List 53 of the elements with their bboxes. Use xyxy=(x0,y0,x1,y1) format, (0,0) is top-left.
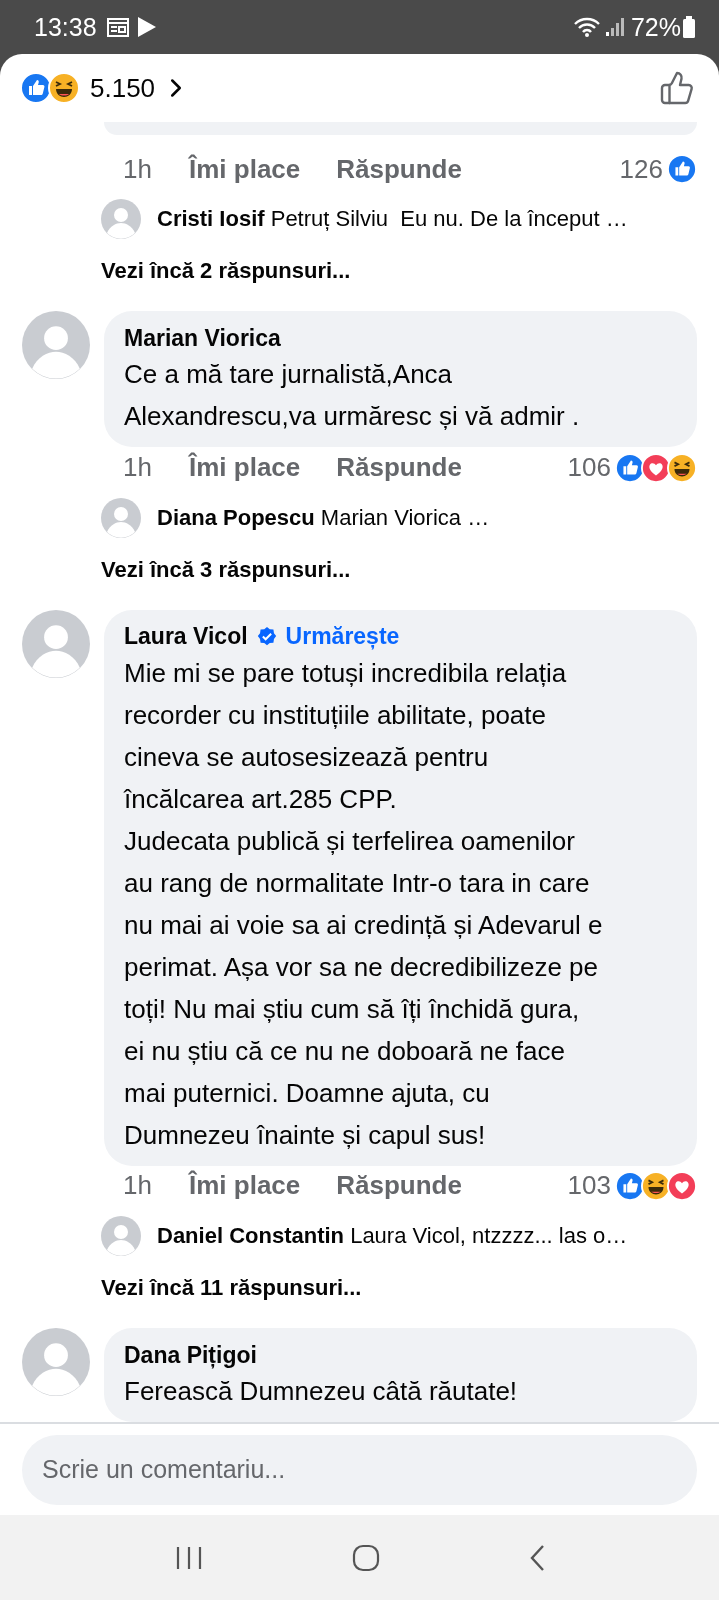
comment-time: 1h xyxy=(123,452,153,484)
like-reaction-icon xyxy=(615,1170,645,1201)
like-link[interactable]: Îmi place xyxy=(189,153,301,185)
recent-apps-icon[interactable] xyxy=(174,1545,203,1570)
heart-reaction-icon xyxy=(667,1170,697,1201)
wifi-icon xyxy=(572,16,601,38)
comment-author[interactable]: Dana Pițigoi xyxy=(124,1341,257,1369)
calendar-icon xyxy=(106,17,129,37)
reply-link[interactable]: Răspunde xyxy=(336,153,462,185)
back-icon[interactable] xyxy=(528,1543,545,1572)
comment-text: Ce a mă tare jurnalistă,Anca Alexandrescu,va urmăresc și vă admir . xyxy=(124,358,581,434)
like-reaction-icon xyxy=(615,452,645,483)
avatar-icon[interactable] xyxy=(101,199,141,240)
reaction-count[interactable]: 126 xyxy=(619,153,663,185)
laughing-reaction-icon xyxy=(667,452,697,483)
more-replies-link[interactable]: Vezi încă 2 răspunsuri... xyxy=(101,258,351,284)
more-replies-link[interactable]: Vezi încă 3 răspunsuri... xyxy=(101,556,351,582)
battery-percent: 72% xyxy=(630,12,681,42)
like-icon[interactable] xyxy=(659,70,695,106)
comment-time: 1h xyxy=(123,153,153,185)
comment-text: Ferească Dumnezeu câtă răutate! xyxy=(124,1375,519,1408)
like-link[interactable]: Îmi place xyxy=(189,1170,301,1202)
like-link[interactable]: Îmi place xyxy=(189,452,301,484)
reply-preview[interactable]: Diana Popescu Marian Viorica … xyxy=(157,504,490,531)
laughing-reaction-icon xyxy=(48,72,80,104)
avatar-icon[interactable] xyxy=(22,1328,90,1396)
more-replies-link[interactable]: Vezi încă 11 răspunsuri... xyxy=(101,1275,362,1300)
follow-link[interactable]: Urmărește xyxy=(285,623,400,651)
avatar-icon[interactable] xyxy=(22,609,90,678)
comment-time: 1h xyxy=(123,1170,153,1202)
like-reaction-icon xyxy=(667,154,697,185)
reply-preview[interactable]: Daniel Constantin Laura Vicol, ntzzzz... las o… xyxy=(157,1223,628,1249)
reply-link[interactable]: Răspunde xyxy=(336,1170,462,1202)
heart-reaction-icon xyxy=(641,452,671,483)
reaction-count[interactable]: 103 xyxy=(567,1170,611,1202)
comment-author[interactable]: Laura Vicol xyxy=(124,623,248,651)
status-time: 13:38 xyxy=(34,12,97,42)
comment-author[interactable]: Marian Viorica xyxy=(124,324,281,352)
signal-icon xyxy=(604,17,625,37)
avatar-icon[interactable] xyxy=(101,1216,141,1256)
reaction-count[interactable]: 106 xyxy=(567,452,611,484)
comment-text: Mie mi se pare totuși incredibila relația recorder cu instituțiile abilitate, poate cineva se autosesizează pentru încălcarea art.285 CPP. Judecata publică și terfelirea oamenilor au rang de normalitate Intr-o tara in care nu mai ai voie sa ai credință și Adevarul e perimat. Așa vor sa ne decredibilizeze pe toți! Nu mai știu cum să îți închidă gura, ei nu știu că ce nu ne doboară ne face mai puternici. Doamne ajuta, cu Dumnezeu înainte și capul sus! xyxy=(124,656,604,1152)
home-icon[interactable] xyxy=(351,1543,380,1572)
laughing-reaction-icon xyxy=(641,1170,671,1201)
like-reaction-icon xyxy=(20,72,52,104)
comment-input[interactable]: Scrie un comentariu... xyxy=(22,1434,697,1505)
avatar-icon[interactable] xyxy=(22,311,90,380)
avatar-icon[interactable] xyxy=(101,497,141,538)
play-icon xyxy=(136,16,157,38)
reply-preview[interactable]: Cristi Iosif Petruț Silviu Eu nu. De la început … xyxy=(157,206,628,233)
reply-link[interactable]: Răspunde xyxy=(336,452,462,484)
battery-icon xyxy=(683,16,695,38)
reaction-total[interactable]: 5.150 xyxy=(90,72,156,104)
